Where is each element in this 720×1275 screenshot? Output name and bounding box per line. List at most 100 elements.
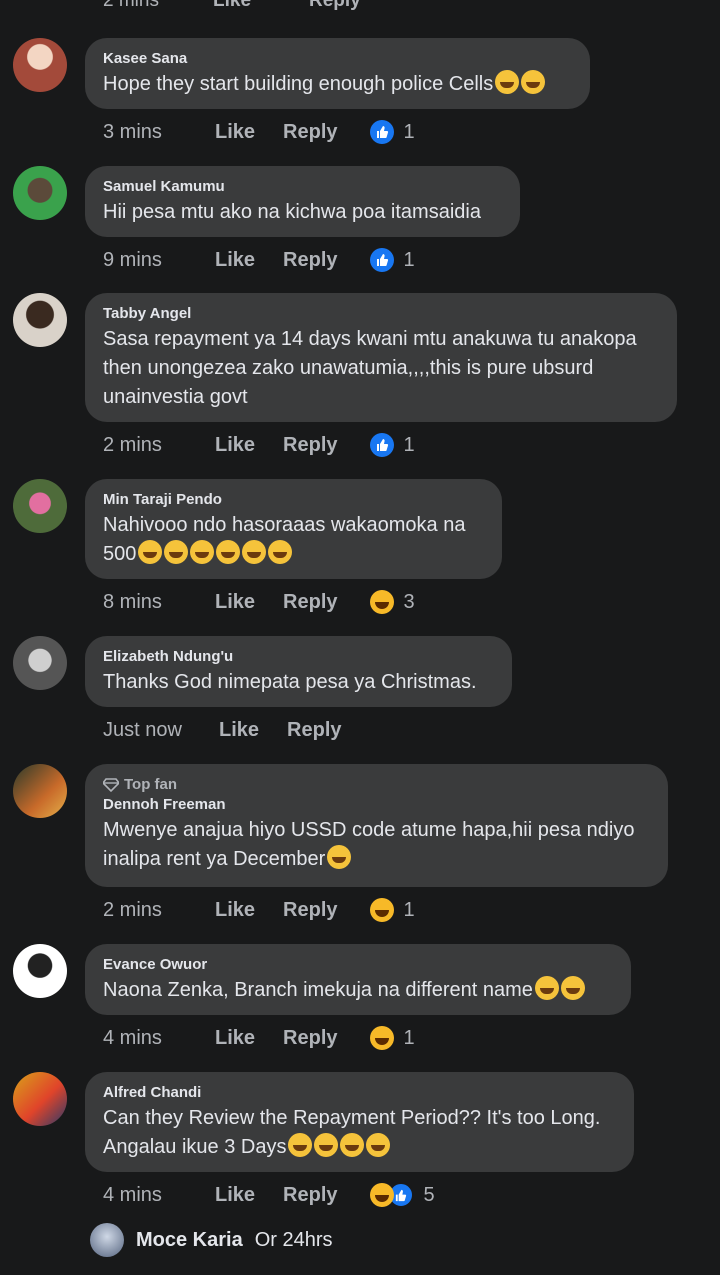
joy-emoji-icon <box>534 976 559 1000</box>
commenter-name[interactable]: Dennoh Freeman <box>103 796 650 813</box>
like-reaction-icon <box>369 120 394 144</box>
like-button[interactable]: Like <box>215 1184 255 1207</box>
reply-button[interactable]: Reply <box>309 0 361 12</box>
joy-emoji-icon <box>340 1133 365 1157</box>
avatar[interactable] <box>13 1072 67 1126</box>
commenter-name[interactable]: Elizabeth Ndung'u <box>103 648 494 665</box>
reaction-summary[interactable]: 3 <box>369 590 415 614</box>
haha-reaction-icon <box>369 590 394 614</box>
comment-actions: 2 mins Like Reply 1 <box>103 431 415 459</box>
commenter-name[interactable]: Tabby Angel <box>103 305 659 322</box>
reply-button[interactable]: Reply <box>283 591 337 614</box>
commenter-name[interactable]: Kasee Sana <box>103 50 572 67</box>
haha-reaction-icon <box>369 898 394 922</box>
reaction-count: 5 <box>423 1183 435 1206</box>
like-button[interactable]: Like <box>213 0 309 12</box>
sweat-smile-emoji-icon <box>521 70 546 94</box>
comment-text: Mwenye anajua hiyo USSD code atume hapa,… <box>103 819 640 870</box>
reaction-count: 1 <box>403 433 415 456</box>
comment-time: Just now <box>103 718 182 741</box>
reaction-summary[interactable]: 1 <box>369 120 415 144</box>
like-button[interactable]: Like <box>215 121 255 144</box>
avatar[interactable] <box>13 166 67 220</box>
commenter-name[interactable]: Min Taraji Pendo <box>103 491 484 508</box>
reaction-summary[interactable]: 1 <box>369 433 415 457</box>
reply-button[interactable]: Reply <box>283 1184 337 1207</box>
joy-emoji-icon <box>288 1133 313 1157</box>
rofl-emoji-icon <box>138 540 163 564</box>
like-button[interactable]: Like <box>215 434 255 457</box>
comment-time: 9 mins <box>103 248 162 271</box>
comment-actions: 2 mins Like Reply 1 <box>103 896 415 924</box>
reply-text: Or 24hrs <box>254 1228 333 1251</box>
replier-name[interactable]: Moce Karia <box>136 1229 243 1252</box>
reply-button[interactable]: Reply <box>283 434 337 457</box>
prev-comment-actions: 2 mins Like Reply <box>103 0 361 12</box>
avatar[interactable] <box>13 38 67 92</box>
comment-time: 2 mins <box>103 433 162 456</box>
comment-text: Sasa repayment ya 14 days kwani mtu anak… <box>103 328 643 408</box>
rofl-emoji-icon <box>164 540 189 564</box>
comment-actions: 8 mins Like Reply 3 <box>103 588 415 616</box>
comment-actions: 3 mins Like Reply 1 <box>103 118 415 146</box>
comment-time: 2 mins <box>103 898 162 921</box>
like-button[interactable]: Like <box>215 591 255 614</box>
like-button[interactable]: Like <box>215 899 255 922</box>
reply-button[interactable]: Reply <box>283 249 337 272</box>
reaction-summary[interactable]: 5 <box>369 1182 435 1208</box>
comment-text: Thanks God nimepata pesa ya Christmas. <box>103 671 477 693</box>
avatar[interactable] <box>13 636 67 690</box>
reaction-summary[interactable]: 1 <box>369 248 415 272</box>
like-button[interactable]: Like <box>215 249 255 272</box>
comment-text: Hii pesa mtu ako na kichwa poa itamsaidi… <box>103 201 481 223</box>
avatar[interactable] <box>90 1223 124 1257</box>
reply-preview[interactable]: Moce Karia Or 24hrs <box>90 1222 333 1258</box>
comment-bubble: Evance Owuor Naona Zenka, Branch imekuja… <box>85 944 631 1015</box>
haha-reaction-icon <box>369 1026 394 1050</box>
like-reaction-icon <box>369 248 394 272</box>
comment-text: Naona Zenka, Branch imekuja na different… <box>103 979 533 1001</box>
grin-emoji-icon <box>327 845 352 869</box>
avatar[interactable] <box>13 293 67 347</box>
haha-reaction-icon <box>369 1183 394 1207</box>
reply-button[interactable]: Reply <box>287 719 341 742</box>
comment-actions: 4 mins Like Reply 1 <box>103 1024 415 1052</box>
diamond-icon <box>103 777 119 792</box>
reply-button[interactable]: Reply <box>283 121 337 144</box>
joy-emoji-icon <box>366 1133 391 1157</box>
commenter-name[interactable]: Evance Owuor <box>103 956 613 973</box>
like-button[interactable]: Like <box>219 719 259 742</box>
rofl-emoji-icon <box>242 540 267 564</box>
like-reaction-icon <box>369 433 394 457</box>
comment-time: 4 mins <box>103 1183 162 1206</box>
reaction-count: 3 <box>403 590 415 613</box>
commenter-name[interactable]: Alfred Chandi <box>103 1084 616 1101</box>
commenter-name[interactable]: Samuel Kamumu <box>103 178 502 195</box>
top-fan-label: Top fan <box>124 776 178 793</box>
reaction-count: 1 <box>403 898 415 921</box>
comment-bubble: Tabby Angel Sasa repayment ya 14 days kw… <box>85 293 677 422</box>
comment-actions: 4 mins Like Reply 5 <box>103 1181 435 1209</box>
reaction-count: 1 <box>403 248 415 271</box>
comment-text: Hope they start building enough police C… <box>103 73 494 95</box>
reaction-summary[interactable]: 1 <box>369 1026 415 1050</box>
avatar[interactable] <box>13 764 67 818</box>
avatar[interactable] <box>13 479 67 533</box>
sweat-smile-emoji-icon <box>495 70 520 94</box>
comment-bubble: Min Taraji Pendo Nahivooo ndo hasoraaas … <box>85 479 502 579</box>
comment-bubble: Top fan Dennoh Freeman Mwenye anajua hiy… <box>85 764 668 887</box>
reply-button[interactable]: Reply <box>283 1027 337 1050</box>
reaction-count: 1 <box>403 1026 415 1049</box>
rofl-emoji-icon <box>216 540 241 564</box>
comment-bubble: Alfred Chandi Can they Review the Repaym… <box>85 1072 634 1172</box>
comment-time: 8 mins <box>103 590 162 613</box>
comment-time: 2 mins <box>103 0 159 11</box>
reaction-summary[interactable]: 1 <box>369 898 415 922</box>
comment-actions: 9 mins Like Reply 1 <box>103 246 415 274</box>
like-button[interactable]: Like <box>215 1027 255 1050</box>
reply-button[interactable]: Reply <box>283 899 337 922</box>
reaction-count: 1 <box>403 120 415 143</box>
top-fan-badge: Top fan <box>103 776 650 793</box>
rofl-emoji-icon <box>268 540 293 564</box>
avatar[interactable] <box>13 944 67 998</box>
